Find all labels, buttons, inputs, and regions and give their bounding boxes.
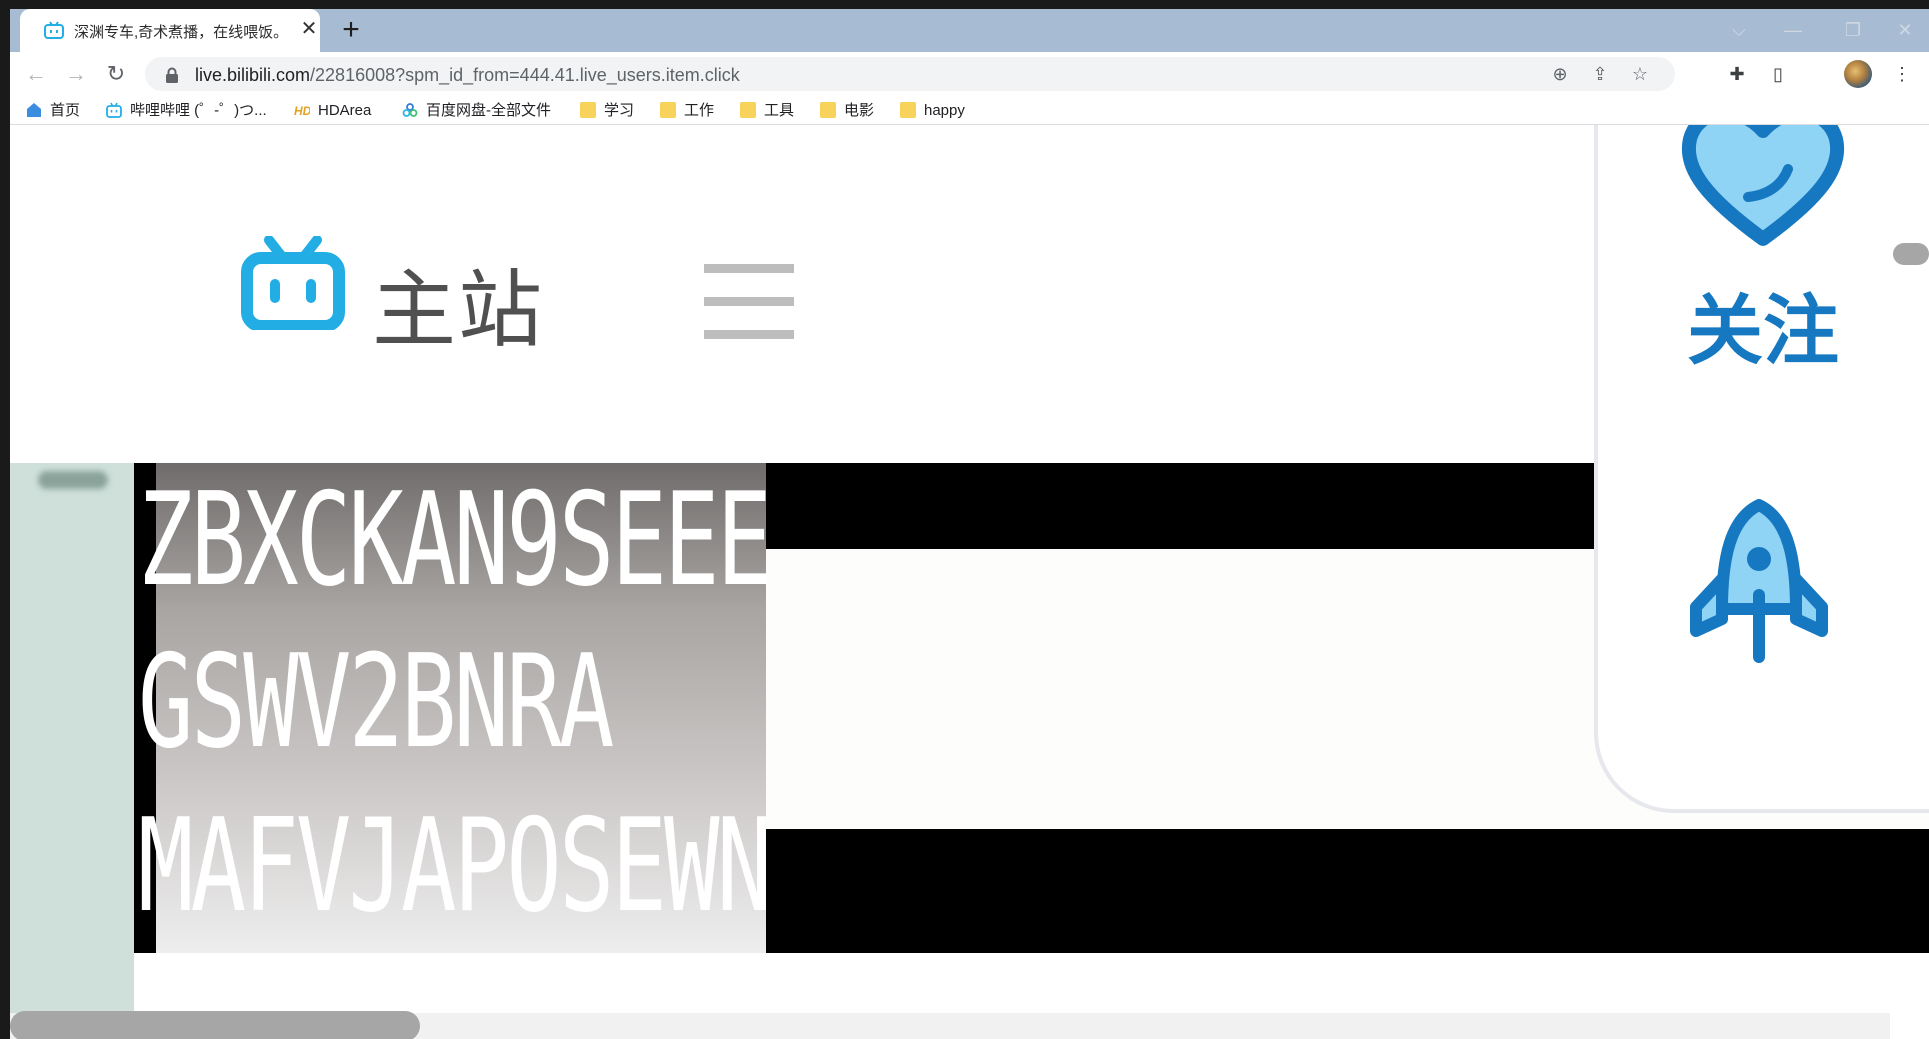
captcha-line-3: MAFVJAPOSEWN [138, 792, 772, 941]
folder-icon [740, 102, 756, 118]
folder-icon [580, 102, 596, 118]
svg-text:HD: HD [294, 104, 310, 118]
horizontal-scrollbar-thumb[interactable] [10, 1011, 420, 1039]
url-text[interactable]: live.bilibili.com/22816008?spm_id_from=4… [195, 65, 740, 86]
new-tab-button[interactable]: + [336, 15, 366, 46]
vertical-scrollbar-thumb[interactable] [1893, 243, 1929, 265]
bookmark-folder-happy[interactable]: happy [900, 101, 965, 121]
tab-close-icon[interactable]: ✕ [298, 18, 320, 40]
zoom-icon[interactable]: ⊕ [1549, 63, 1571, 85]
bilibili-favicon-icon [44, 21, 64, 39]
hdarea-icon: HD [294, 104, 310, 118]
home-icon [27, 103, 41, 117]
menu-hamburger-icon[interactable] [704, 264, 794, 340]
bookmark-hdarea[interactable]: HD HDArea [294, 101, 371, 121]
bookmark-label: 工具 [764, 102, 795, 119]
bookmark-folder-work[interactable]: 工作 [660, 101, 714, 121]
bookmark-label: 电影 [844, 102, 875, 119]
bookmark-folder-movies[interactable]: 电影 [820, 101, 874, 121]
minimize-button[interactable]: — [1778, 19, 1808, 41]
lock-icon[interactable] [165, 67, 179, 83]
bookmark-label: HDArea [318, 102, 372, 119]
folder-icon [820, 102, 836, 118]
tab-search-icon[interactable]: ⌵ [1724, 19, 1754, 41]
profile-avatar[interactable] [1844, 60, 1872, 88]
side-float-panel: 关注 [1594, 125, 1929, 813]
forward-button[interactable]: → [62, 60, 90, 88]
bookmark-label: happy [924, 102, 965, 119]
tab-title: 深渊专车,奇术煮播，在线喂饭。 [74, 24, 289, 41]
reload-button[interactable]: ↻ [102, 60, 130, 88]
bookmark-label: 工作 [684, 102, 715, 119]
chrome-menu-icon[interactable]: ⋮ [1890, 62, 1914, 86]
left-background-strip [10, 463, 134, 1039]
bookmark-folder-tools[interactable]: 工具 [740, 101, 794, 121]
bookmark-home[interactable]: 首页 [26, 101, 80, 121]
bookmark-label: 哔哩哔哩 (゜-゜)つ... [130, 102, 267, 119]
rocket-icon[interactable] [1688, 499, 1830, 669]
bookmarks-bar: 首页 哔哩哔哩 (゜-゜)つ... HD HDArea 百度网盘-全部文件 学习… [10, 96, 1929, 125]
extensions-icon[interactable]: ✚ [1725, 62, 1749, 86]
tab-strip: 深渊专车,奇术煮播，在线喂饭。 ✕ + ⌵ — ❐ ✕ [10, 9, 1929, 52]
url-host: live.bilibili.com [195, 65, 311, 85]
bookmark-star-icon[interactable]: ☆ [1629, 63, 1651, 85]
bookmark-label: 首页 [50, 102, 81, 119]
page-content: 主站 ZBXCKAN9SEEE GSWV2BNRA MAFVJAPOSEWN 关… [10, 125, 1929, 1039]
restore-button[interactable]: ❐ [1838, 19, 1868, 41]
back-button[interactable]: ← [22, 60, 50, 88]
main-site-link[interactable]: 主站 [372, 243, 544, 364]
bookmark-folder-study[interactable]: 学习 [580, 101, 634, 121]
folder-icon [900, 102, 916, 118]
folder-icon [660, 102, 676, 118]
bookmark-label: 百度网盘-全部文件 [426, 102, 551, 119]
url-path: /22816008?spm_id_from=444.41.live_users.… [310, 65, 740, 85]
follow-button[interactable]: 关注 [1678, 269, 1848, 379]
tab-active[interactable]: 深渊专车,奇术煮播，在线喂饭。 ✕ [20, 9, 320, 52]
heart-icon[interactable] [1678, 125, 1848, 249]
captcha-line-1: ZBXCKAN9SEEE [138, 466, 772, 615]
address-bar[interactable]: live.bilibili.com/22816008?spm_id_from=4… [145, 57, 1675, 91]
side-panel-icon[interactable]: ▯ [1766, 62, 1790, 86]
bilibili-icon [106, 102, 122, 118]
bookmark-bilibili[interactable]: 哔哩哔哩 (゜-゜)つ... [106, 101, 267, 121]
baidu-cloud-icon [402, 103, 418, 117]
bookmark-baidu[interactable]: 百度网盘-全部文件 [402, 101, 551, 121]
share-icon[interactable]: ⇪ [1589, 63, 1611, 85]
bilibili-logo-icon[interactable] [241, 236, 345, 330]
captcha-line-2: GSWV2BNRA [138, 628, 614, 777]
bookmark-label: 学习 [604, 102, 635, 119]
toolbar: ← → ↻ live.bilibili.com/22816008?spm_id_… [10, 52, 1929, 96]
browser-window: 深渊专车,奇术煮播，在线喂饭。 ✕ + ⌵ — ❐ ✕ ← → ↻ live.b… [10, 9, 1929, 1039]
close-window-button[interactable]: ✕ [1890, 19, 1920, 41]
blurred-shape [38, 471, 108, 489]
